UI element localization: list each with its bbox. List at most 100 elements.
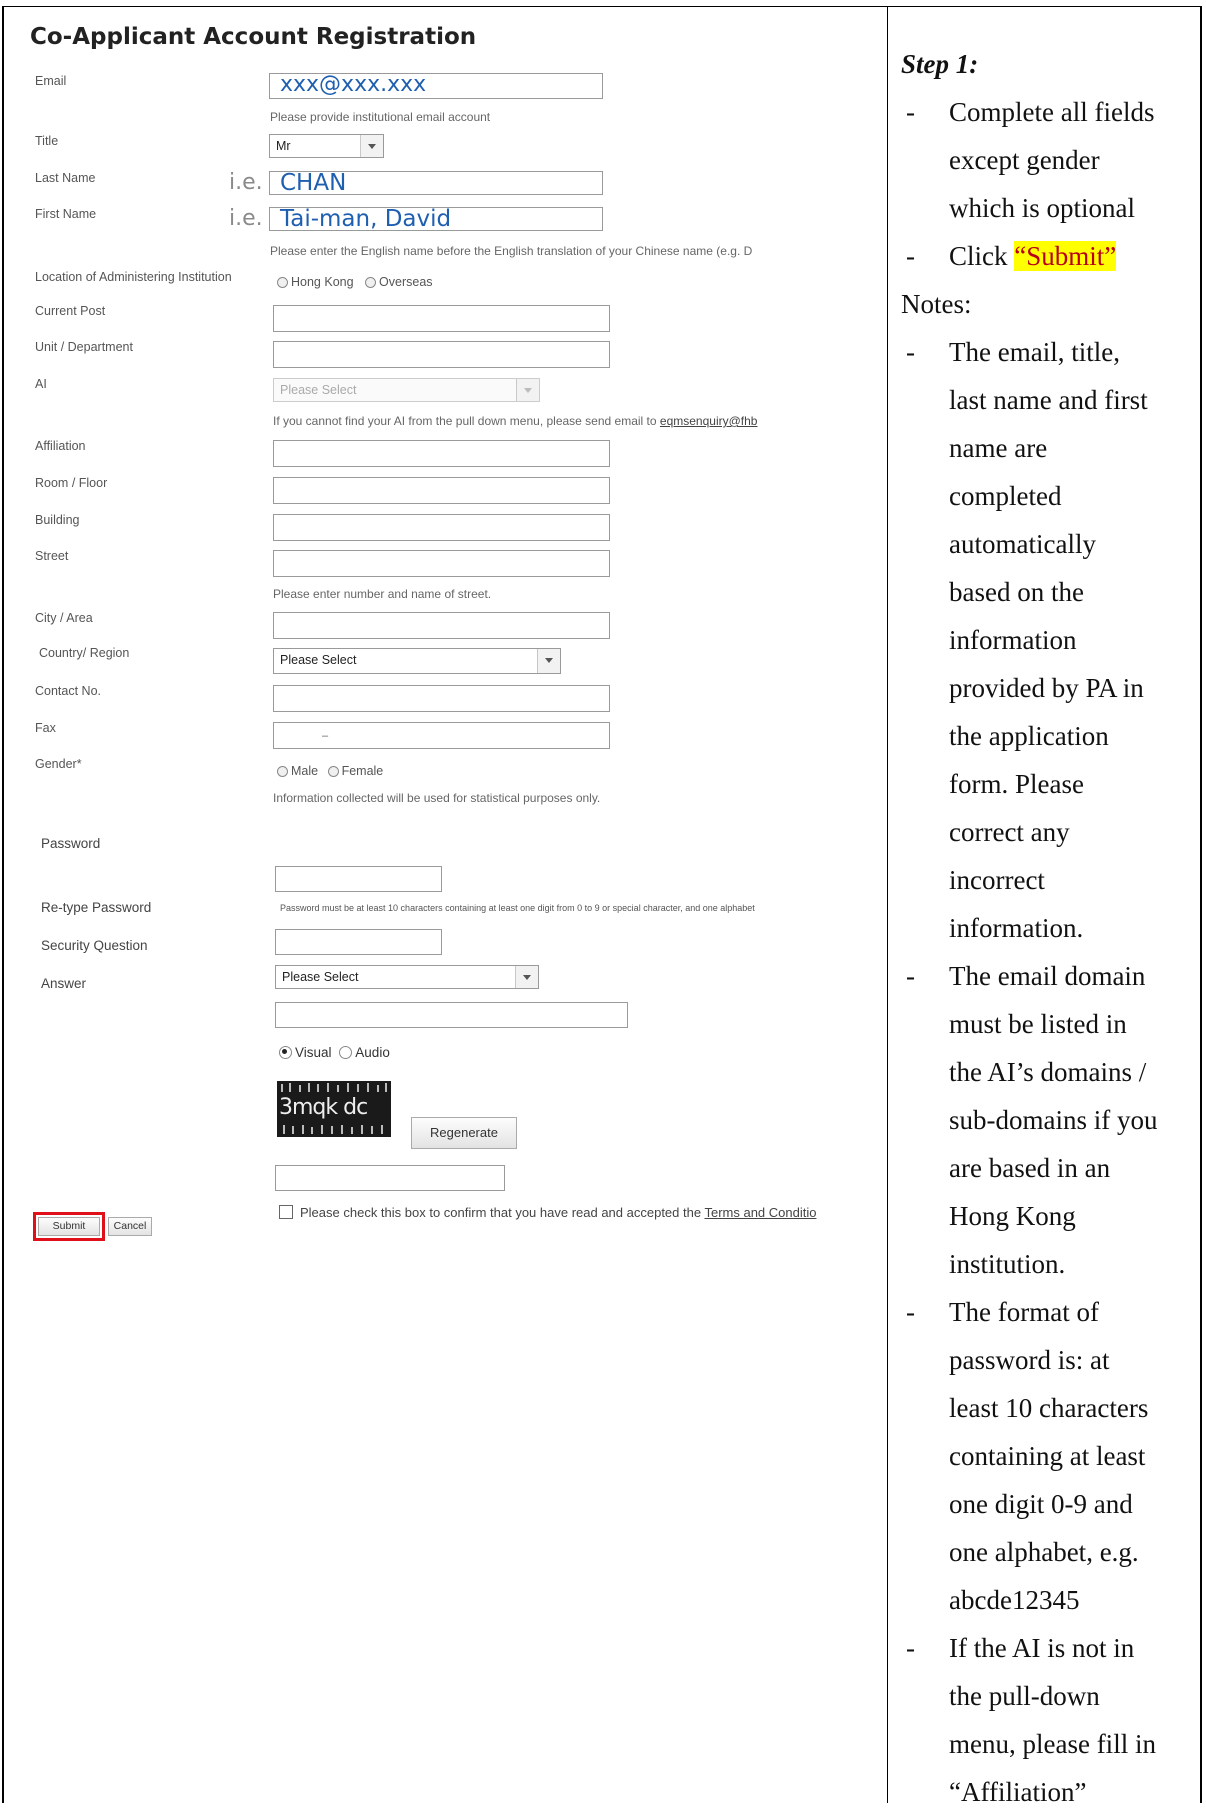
terms-link[interactable]: Terms and Conditio — [704, 1205, 816, 1220]
ai-hint: If you cannot find your AI from the pull… — [273, 414, 757, 428]
fax-field[interactable]: – — [273, 722, 610, 749]
gender-label: Gender* — [35, 757, 82, 771]
gender-radio-group: Male Female — [277, 764, 383, 778]
country-select-value: Please Select — [280, 653, 357, 667]
bullet-dash: - — [906, 97, 915, 127]
location-label: Location of Administering Institution — [35, 270, 232, 284]
ai-enquiry-email-link[interactable]: eqmsenquiry@fhb — [660, 414, 758, 428]
radio-selected-icon — [279, 1046, 292, 1059]
radio-icon — [277, 277, 288, 288]
last-name-example-prefix: i.e. — [229, 170, 263, 195]
last-name-label: Last Name — [35, 171, 96, 185]
radio-icon — [327, 766, 339, 777]
answer-label: Answer — [41, 976, 87, 991]
title-select[interactable]: Mr — [269, 134, 384, 158]
contact-field[interactable] — [273, 685, 610, 712]
notes-heading: Notes: — [901, 289, 972, 319]
security-question-select-value: Please Select — [282, 970, 359, 984]
location-hong-kong-option[interactable]: Hong Kong — [277, 275, 354, 289]
chevron-down-icon — [360, 135, 383, 157]
country-select[interactable]: Please Select — [273, 648, 561, 674]
location-overseas-option[interactable]: Overseas — [365, 275, 433, 289]
bullet-dash: - — [906, 241, 915, 271]
bullet-dash: - — [906, 1297, 915, 1327]
submit-highlight-text: “Submit” — [1014, 241, 1117, 271]
security-question-select[interactable]: Please Select — [275, 965, 539, 989]
building-label: Building — [35, 513, 80, 527]
bullet-dash: - — [906, 961, 915, 991]
chevron-down-icon — [515, 966, 538, 988]
password-field[interactable] — [275, 866, 442, 892]
page-title: Co-Applicant Account Registration — [30, 24, 477, 50]
terms-checkbox[interactable] — [279, 1205, 293, 1219]
title-label: Title — [35, 134, 59, 148]
current-post-field[interactable] — [273, 305, 610, 332]
radio-icon — [365, 277, 377, 288]
note-autocomplete: The email, title, last name and first na… — [949, 337, 1148, 943]
ai-select[interactable]: Please Select — [273, 378, 540, 402]
chevron-down-icon — [516, 379, 539, 401]
last-name-field[interactable]: CHAN — [269, 171, 603, 195]
captcha-image: 3mqk dc — [277, 1081, 391, 1137]
contact-label: Contact No. — [35, 684, 102, 698]
gender-male-option[interactable]: Male — [277, 764, 318, 778]
note-email-domain: The email domain must be listed in the A… — [949, 961, 1158, 1279]
email-label: Email — [35, 74, 67, 88]
radio-icon — [277, 766, 288, 777]
city-label: City / Area — [35, 611, 93, 625]
bullet-dash: - — [906, 1633, 915, 1663]
security-question-label: Security Question — [41, 938, 148, 953]
submit-button[interactable]: Submit — [38, 1217, 100, 1236]
step-heading: Step 1: — [901, 49, 979, 79]
captcha-mode-group: Visual Audio — [279, 1045, 390, 1060]
column-divider — [887, 6, 888, 1803]
ai-hint-text: If you cannot find your AI from the pull… — [273, 414, 657, 428]
ai-label: AI — [35, 377, 47, 391]
chevron-down-icon — [537, 649, 560, 673]
room-field[interactable] — [273, 477, 610, 504]
instruction-click-submit: Click “Submit” — [949, 241, 1117, 271]
first-name-example-prefix: i.e. — [229, 206, 263, 231]
gender-female-option[interactable]: Female — [327, 764, 383, 778]
note-password-format: The format of password is: at least 10 c… — [949, 1297, 1149, 1615]
city-field[interactable] — [273, 612, 610, 639]
unit-field[interactable] — [273, 341, 610, 368]
current-post-label: Current Post — [35, 304, 106, 318]
captcha-audio-option[interactable]: Audio — [339, 1045, 390, 1060]
email-hint: Please provide institutional email accou… — [270, 110, 491, 124]
street-field[interactable] — [273, 550, 610, 577]
note-affiliation: If the AI is not in the pull-down menu, … — [949, 1633, 1156, 1807]
first-name-label: First Name — [35, 207, 97, 221]
ai-select-value: Please Select — [280, 383, 357, 397]
password-label: Password — [41, 836, 101, 851]
unit-label: Unit / Department — [35, 340, 133, 354]
instruction-complete-fields: Complete all fields except gender which … — [949, 97, 1155, 223]
retype-password-field[interactable] — [275, 929, 442, 955]
first-name-hint: Please enter the English name before the… — [270, 244, 753, 258]
street-hint: Please enter number and name of street. — [273, 587, 492, 601]
room-label: Room / Floor — [35, 476, 108, 490]
bullet-dash: - — [906, 337, 915, 367]
captcha-input[interactable] — [275, 1165, 505, 1191]
location-radio-group: Hong Kong Overseas — [277, 275, 433, 289]
affiliation-label: Affiliation — [35, 439, 86, 453]
affiliation-field[interactable] — [273, 440, 610, 467]
first-name-field[interactable]: Tai-man, David — [269, 207, 603, 231]
street-label: Street — [35, 549, 69, 563]
email-field[interactable]: xxx@xxx.xxx — [269, 73, 603, 99]
captcha-visual-option[interactable]: Visual — [279, 1045, 332, 1060]
radio-icon — [339, 1046, 353, 1059]
terms-row: Please check this box to confirm that yo… — [279, 1205, 816, 1220]
password-hint: Password must be at least 10 characters … — [280, 903, 755, 913]
terms-text: Please check this box to confirm that yo… — [300, 1205, 702, 1220]
title-select-value: Mr — [276, 139, 291, 153]
building-field[interactable] — [273, 514, 610, 541]
answer-field[interactable] — [275, 1002, 628, 1028]
captcha-text: 3mqk dc — [279, 1095, 368, 1120]
cancel-button[interactable]: Cancel — [108, 1217, 152, 1236]
country-label: Country/ Region — [39, 646, 130, 660]
regenerate-button[interactable]: Regenerate — [411, 1117, 517, 1149]
retype-password-label: Re-type Password — [41, 900, 152, 915]
gender-hint: Information collected will be used for s… — [273, 791, 601, 805]
fax-label: Fax — [35, 721, 56, 735]
